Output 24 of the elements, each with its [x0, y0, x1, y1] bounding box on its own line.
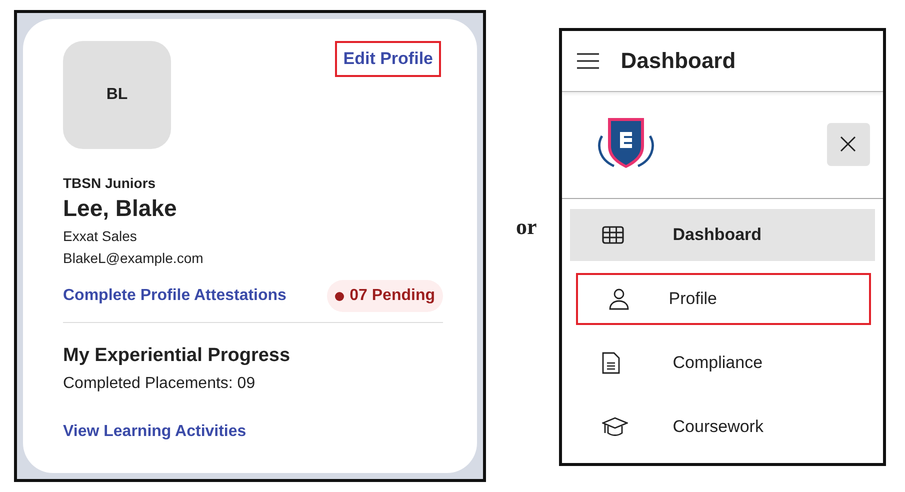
close-icon	[840, 136, 856, 152]
user-name: Lee, Blake	[63, 195, 178, 222]
header-title: Dashboard	[620, 48, 736, 74]
completed-placements: Completed Placements: 09	[63, 375, 256, 393]
nav-item[interactable]: Coursework	[570, 401, 875, 453]
email: BlakeL@example.com	[63, 250, 204, 266]
progress-title: My Experiential Progress	[63, 345, 292, 367]
grid-icon	[602, 226, 624, 244]
attestations-link[interactable]: Complete Profile Attestations	[63, 287, 286, 305]
nav-item[interactable]: Compliance	[570, 337, 875, 389]
organization: Exxat Sales	[63, 228, 138, 244]
learning-activities-link[interactable]: View Learning Activities	[63, 423, 246, 441]
close-button[interactable]	[826, 122, 870, 166]
menu-icon[interactable]	[576, 53, 599, 69]
user-icon	[608, 288, 630, 310]
nav-item[interactable]: Dashboard	[570, 209, 875, 261]
pending-badge: 07 Pending	[326, 280, 443, 312]
edit-profile-link[interactable]: Edit Profile	[335, 41, 441, 77]
program-name: TBSN Juniors	[63, 175, 157, 191]
avatar: BL	[63, 41, 171, 149]
nav-item[interactable]: Profile	[576, 273, 871, 325]
graduation-cap-icon	[602, 416, 628, 438]
document-icon	[602, 352, 620, 374]
or-text: or	[516, 214, 537, 240]
